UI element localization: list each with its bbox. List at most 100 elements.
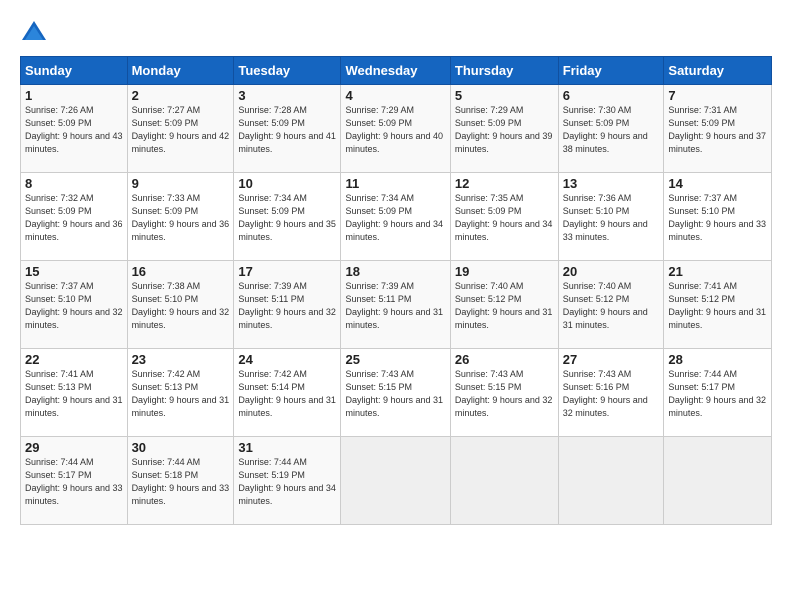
calendar-week-row: 8 Sunrise: 7:32 AM Sunset: 5:09 PM Dayli… (21, 173, 772, 261)
calendar-cell: 2 Sunrise: 7:27 AM Sunset: 5:09 PM Dayli… (127, 85, 234, 173)
calendar-day-header: Thursday (450, 57, 558, 85)
day-info: Sunrise: 7:40 AM Sunset: 5:12 PM Dayligh… (455, 280, 554, 332)
calendar-cell: 7 Sunrise: 7:31 AM Sunset: 5:09 PM Dayli… (664, 85, 772, 173)
day-info: Sunrise: 7:35 AM Sunset: 5:09 PM Dayligh… (455, 192, 554, 244)
day-number: 5 (455, 88, 554, 103)
calendar-cell: 19 Sunrise: 7:40 AM Sunset: 5:12 PM Dayl… (450, 261, 558, 349)
day-info: Sunrise: 7:43 AM Sunset: 5:15 PM Dayligh… (455, 368, 554, 420)
day-info: Sunrise: 7:44 AM Sunset: 5:18 PM Dayligh… (132, 456, 230, 508)
day-info: Sunrise: 7:38 AM Sunset: 5:10 PM Dayligh… (132, 280, 230, 332)
logo (20, 18, 52, 46)
calendar-day-header: Friday (558, 57, 664, 85)
calendar-week-row: 15 Sunrise: 7:37 AM Sunset: 5:10 PM Dayl… (21, 261, 772, 349)
calendar-cell: 5 Sunrise: 7:29 AM Sunset: 5:09 PM Dayli… (450, 85, 558, 173)
day-info: Sunrise: 7:33 AM Sunset: 5:09 PM Dayligh… (132, 192, 230, 244)
calendar-cell: 29 Sunrise: 7:44 AM Sunset: 5:17 PM Dayl… (21, 437, 128, 525)
day-number: 17 (238, 264, 336, 279)
calendar-cell: 15 Sunrise: 7:37 AM Sunset: 5:10 PM Dayl… (21, 261, 128, 349)
day-info: Sunrise: 7:34 AM Sunset: 5:09 PM Dayligh… (238, 192, 336, 244)
day-info: Sunrise: 7:39 AM Sunset: 5:11 PM Dayligh… (345, 280, 445, 332)
day-number: 4 (345, 88, 445, 103)
calendar-cell: 10 Sunrise: 7:34 AM Sunset: 5:09 PM Dayl… (234, 173, 341, 261)
day-number: 10 (238, 176, 336, 191)
logo-icon (20, 18, 48, 46)
day-info: Sunrise: 7:37 AM Sunset: 5:10 PM Dayligh… (25, 280, 123, 332)
day-number: 30 (132, 440, 230, 455)
calendar-cell: 26 Sunrise: 7:43 AM Sunset: 5:15 PM Dayl… (450, 349, 558, 437)
day-number: 11 (345, 176, 445, 191)
day-number: 16 (132, 264, 230, 279)
day-info: Sunrise: 7:41 AM Sunset: 5:12 PM Dayligh… (668, 280, 767, 332)
day-info: Sunrise: 7:29 AM Sunset: 5:09 PM Dayligh… (345, 104, 445, 156)
day-info: Sunrise: 7:40 AM Sunset: 5:12 PM Dayligh… (563, 280, 660, 332)
day-number: 28 (668, 352, 767, 367)
day-number: 24 (238, 352, 336, 367)
calendar-cell (341, 437, 450, 525)
calendar-week-row: 22 Sunrise: 7:41 AM Sunset: 5:13 PM Dayl… (21, 349, 772, 437)
calendar-cell: 14 Sunrise: 7:37 AM Sunset: 5:10 PM Dayl… (664, 173, 772, 261)
calendar-header-row: SundayMondayTuesdayWednesdayThursdayFrid… (21, 57, 772, 85)
day-number: 29 (25, 440, 123, 455)
calendar-cell: 11 Sunrise: 7:34 AM Sunset: 5:09 PM Dayl… (341, 173, 450, 261)
day-info: Sunrise: 7:26 AM Sunset: 5:09 PM Dayligh… (25, 104, 123, 156)
day-info: Sunrise: 7:44 AM Sunset: 5:19 PM Dayligh… (238, 456, 336, 508)
calendar-cell (664, 437, 772, 525)
day-info: Sunrise: 7:30 AM Sunset: 5:09 PM Dayligh… (563, 104, 660, 156)
calendar-cell: 8 Sunrise: 7:32 AM Sunset: 5:09 PM Dayli… (21, 173, 128, 261)
calendar-cell: 13 Sunrise: 7:36 AM Sunset: 5:10 PM Dayl… (558, 173, 664, 261)
calendar-day-header: Monday (127, 57, 234, 85)
day-number: 19 (455, 264, 554, 279)
day-info: Sunrise: 7:44 AM Sunset: 5:17 PM Dayligh… (668, 368, 767, 420)
calendar-cell: 31 Sunrise: 7:44 AM Sunset: 5:19 PM Dayl… (234, 437, 341, 525)
header (20, 18, 772, 46)
calendar-day-header: Tuesday (234, 57, 341, 85)
calendar-cell: 18 Sunrise: 7:39 AM Sunset: 5:11 PM Dayl… (341, 261, 450, 349)
day-info: Sunrise: 7:42 AM Sunset: 5:14 PM Dayligh… (238, 368, 336, 420)
calendar-cell: 12 Sunrise: 7:35 AM Sunset: 5:09 PM Dayl… (450, 173, 558, 261)
calendar-table: SundayMondayTuesdayWednesdayThursdayFrid… (20, 56, 772, 525)
calendar-cell: 23 Sunrise: 7:42 AM Sunset: 5:13 PM Dayl… (127, 349, 234, 437)
calendar-cell: 6 Sunrise: 7:30 AM Sunset: 5:09 PM Dayli… (558, 85, 664, 173)
calendar-cell: 9 Sunrise: 7:33 AM Sunset: 5:09 PM Dayli… (127, 173, 234, 261)
day-info: Sunrise: 7:44 AM Sunset: 5:17 PM Dayligh… (25, 456, 123, 508)
page: SundayMondayTuesdayWednesdayThursdayFrid… (0, 0, 792, 612)
calendar-cell (558, 437, 664, 525)
day-info: Sunrise: 7:42 AM Sunset: 5:13 PM Dayligh… (132, 368, 230, 420)
day-info: Sunrise: 7:27 AM Sunset: 5:09 PM Dayligh… (132, 104, 230, 156)
day-number: 6 (563, 88, 660, 103)
day-info: Sunrise: 7:28 AM Sunset: 5:09 PM Dayligh… (238, 104, 336, 156)
day-info: Sunrise: 7:29 AM Sunset: 5:09 PM Dayligh… (455, 104, 554, 156)
calendar-day-header: Sunday (21, 57, 128, 85)
calendar-cell: 24 Sunrise: 7:42 AM Sunset: 5:14 PM Dayl… (234, 349, 341, 437)
calendar-cell: 27 Sunrise: 7:43 AM Sunset: 5:16 PM Dayl… (558, 349, 664, 437)
day-number: 20 (563, 264, 660, 279)
calendar-cell: 3 Sunrise: 7:28 AM Sunset: 5:09 PM Dayli… (234, 85, 341, 173)
day-number: 8 (25, 176, 123, 191)
calendar-cell: 22 Sunrise: 7:41 AM Sunset: 5:13 PM Dayl… (21, 349, 128, 437)
day-info: Sunrise: 7:39 AM Sunset: 5:11 PM Dayligh… (238, 280, 336, 332)
day-info: Sunrise: 7:31 AM Sunset: 5:09 PM Dayligh… (668, 104, 767, 156)
calendar-cell: 21 Sunrise: 7:41 AM Sunset: 5:12 PM Dayl… (664, 261, 772, 349)
day-number: 27 (563, 352, 660, 367)
day-number: 12 (455, 176, 554, 191)
day-number: 2 (132, 88, 230, 103)
calendar-week-row: 1 Sunrise: 7:26 AM Sunset: 5:09 PM Dayli… (21, 85, 772, 173)
day-number: 15 (25, 264, 123, 279)
calendar-cell: 17 Sunrise: 7:39 AM Sunset: 5:11 PM Dayl… (234, 261, 341, 349)
calendar-cell: 30 Sunrise: 7:44 AM Sunset: 5:18 PM Dayl… (127, 437, 234, 525)
calendar-day-header: Wednesday (341, 57, 450, 85)
day-info: Sunrise: 7:34 AM Sunset: 5:09 PM Dayligh… (345, 192, 445, 244)
calendar-cell: 25 Sunrise: 7:43 AM Sunset: 5:15 PM Dayl… (341, 349, 450, 437)
day-number: 22 (25, 352, 123, 367)
day-info: Sunrise: 7:41 AM Sunset: 5:13 PM Dayligh… (25, 368, 123, 420)
day-number: 21 (668, 264, 767, 279)
day-number: 3 (238, 88, 336, 103)
day-number: 14 (668, 176, 767, 191)
day-number: 7 (668, 88, 767, 103)
day-number: 25 (345, 352, 445, 367)
day-info: Sunrise: 7:43 AM Sunset: 5:15 PM Dayligh… (345, 368, 445, 420)
calendar-cell: 4 Sunrise: 7:29 AM Sunset: 5:09 PM Dayli… (341, 85, 450, 173)
calendar-week-row: 29 Sunrise: 7:44 AM Sunset: 5:17 PM Dayl… (21, 437, 772, 525)
day-number: 1 (25, 88, 123, 103)
calendar-cell (450, 437, 558, 525)
